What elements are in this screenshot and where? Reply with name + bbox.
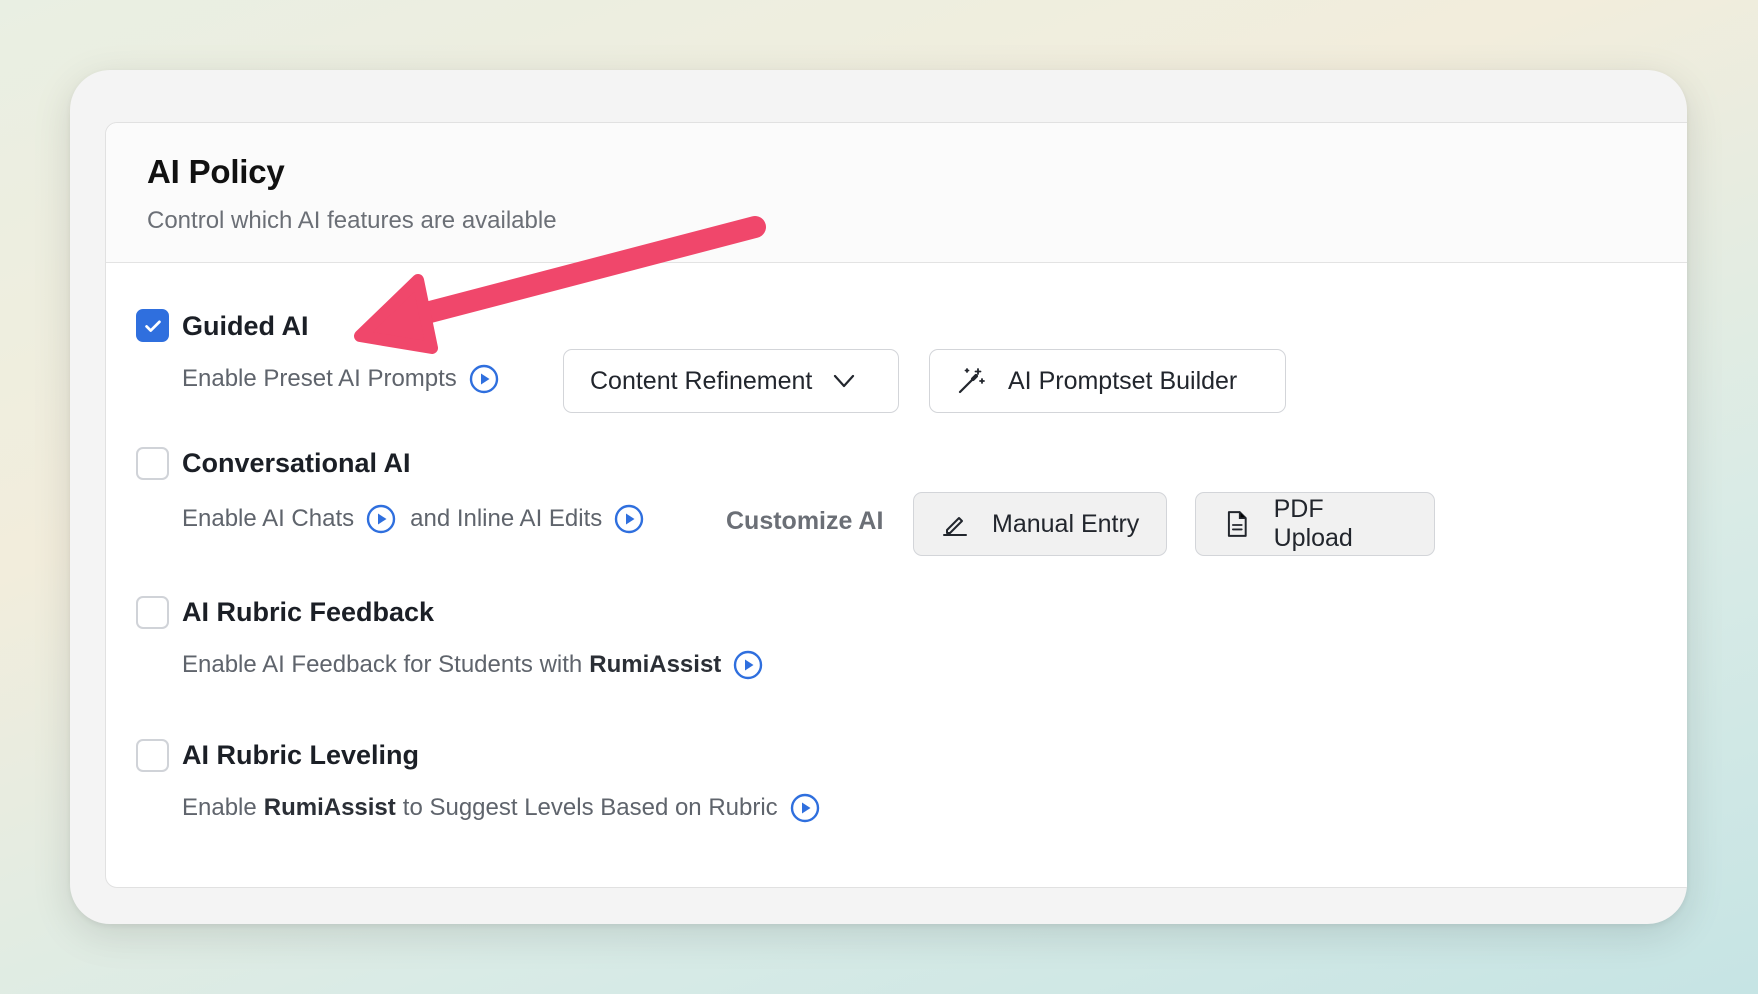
pdf-upload-button[interactable]: PDF Upload [1195,492,1435,556]
page-title: AI Policy [147,153,285,190]
conversational-ai-description: Enable AI Chats and Inline AI Edits [182,504,644,534]
guided-ai-label: Guided AI [182,311,309,341]
magic-wand-icon [958,368,985,394]
rubric-leveling-desc-suffix: to Suggest Levels Based on Rubric [402,794,778,821]
rubric-feedback-desc-text: Enable AI Feedback for Students with [182,651,583,678]
rubric-leveling-checkbox[interactable] [136,739,169,772]
play-circle-icon[interactable] [733,650,763,680]
ai-promptset-builder-button[interactable]: AI Promptset Builder [929,349,1286,413]
customize-ai-label: Customize AI [726,507,884,535]
manual-entry-label: Manual Entry [992,509,1140,538]
dropdown-selected-value: Content Refinement [590,366,813,395]
rumiassist-brand: RumiAssist [589,651,722,678]
rubric-feedback-checkbox[interactable] [136,596,169,629]
play-circle-icon[interactable] [366,504,396,534]
play-circle-icon[interactable] [614,504,644,534]
guided-ai-desc-text: Enable Preset AI Prompts [182,365,457,392]
conversational-ai-checkbox[interactable] [136,447,169,480]
manual-entry-button[interactable]: Manual Entry [913,492,1167,556]
play-circle-icon[interactable] [469,364,499,394]
conversational-ai-label: Conversational AI [182,448,411,478]
chevron-down-icon [834,374,855,388]
rubric-leveling-label: AI Rubric Leveling [182,740,420,770]
rubric-leveling-description: Enable RumiAssist to Suggest Levels Base… [182,793,820,823]
ai-chats-text: Enable AI Chats [182,505,355,532]
inline-edits-text: and Inline AI Edits [410,505,603,532]
card-header: AI Policy Control which AI features are … [106,123,1687,263]
rubric-feedback-description: Enable AI Feedback for Students with Rum… [182,650,763,680]
promptset-dropdown[interactable]: Content Refinement [563,349,899,413]
builder-button-label: AI Promptset Builder [1008,366,1238,395]
pencil-icon [943,517,967,536]
guided-ai-checkbox[interactable] [136,309,169,342]
rubric-feedback-label: AI Rubric Feedback [182,597,435,627]
rumiassist-brand: RumiAssist [263,794,396,821]
document-icon [1227,511,1247,537]
pdf-upload-label: PDF Upload [1273,495,1353,552]
play-circle-icon[interactable] [790,793,820,823]
checkmark-icon [144,320,161,332]
page-subtitle: Control which AI features are available [147,207,557,234]
rubric-leveling-desc-prefix: Enable [182,794,257,821]
guided-ai-description: Enable Preset AI Prompts [182,364,499,394]
